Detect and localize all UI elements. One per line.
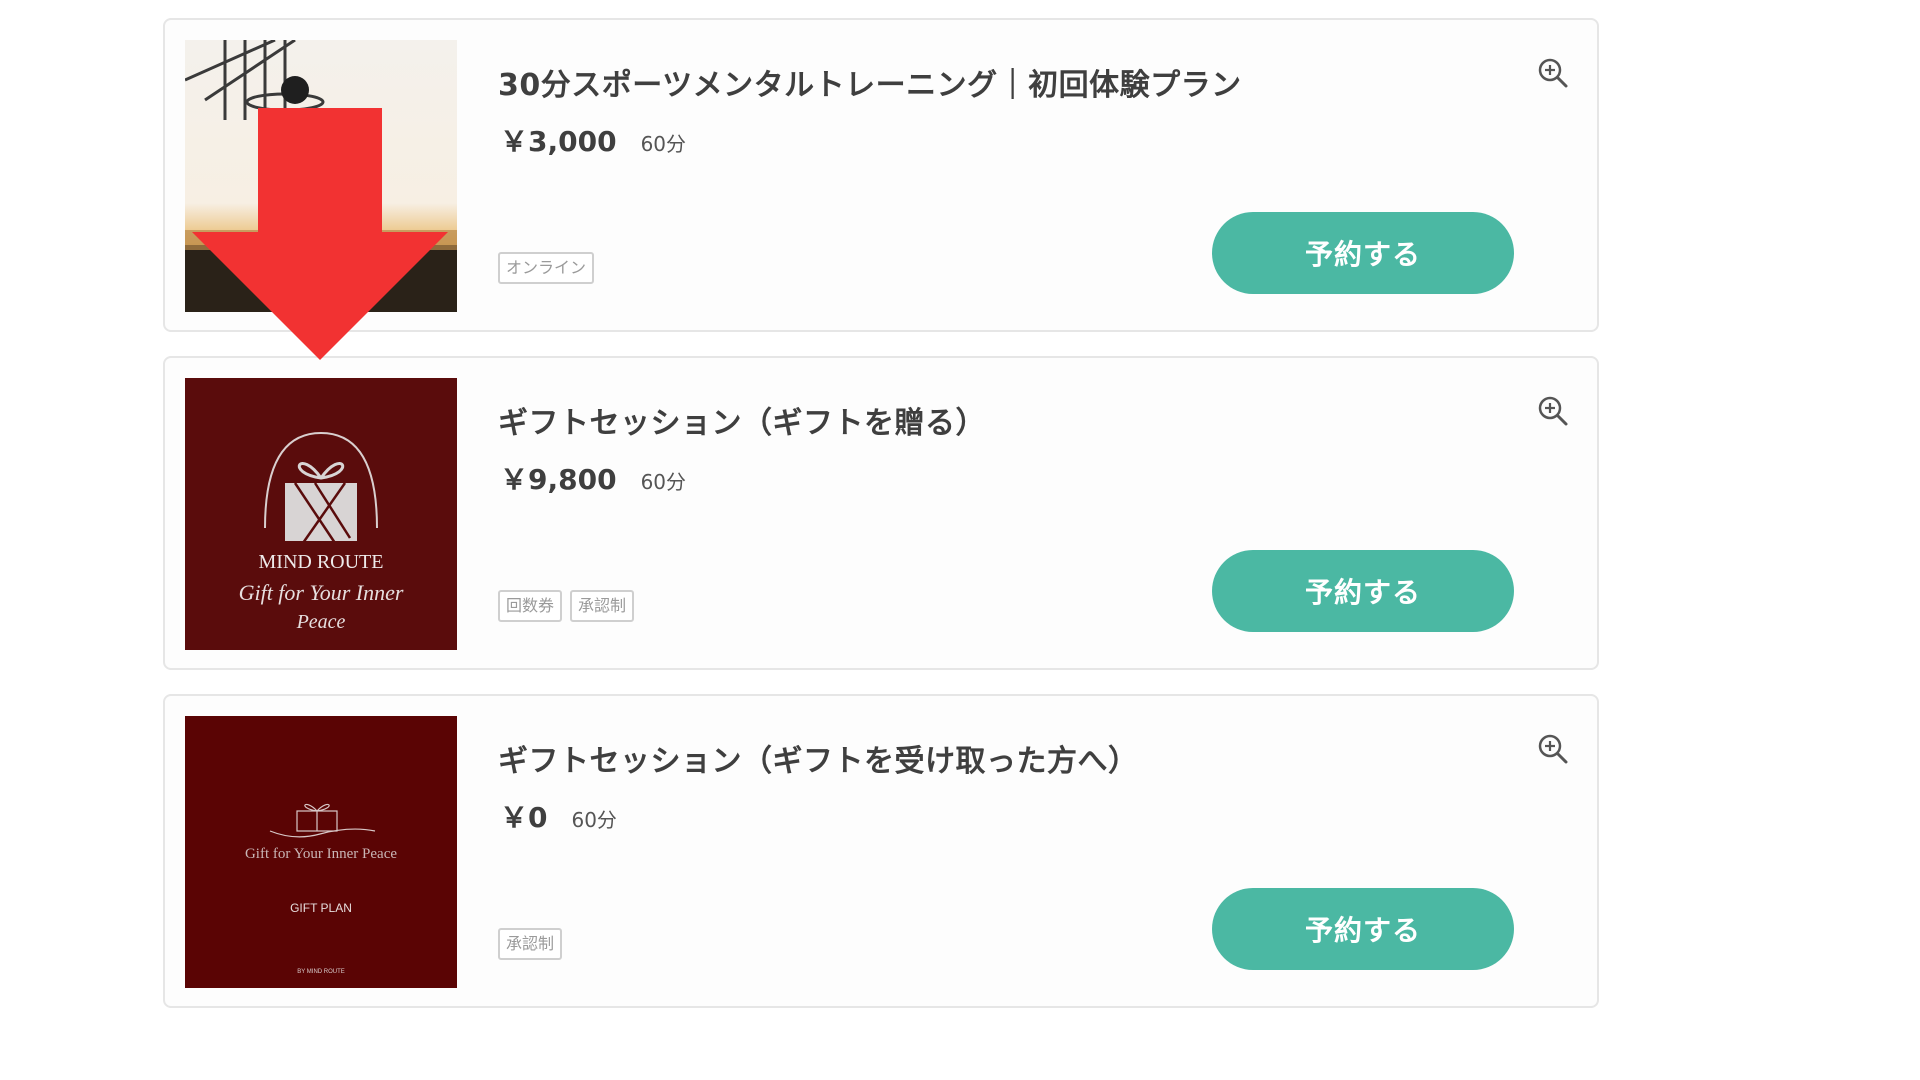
plan-tags: 回数券 承認制 xyxy=(498,590,635,622)
plan-tags: 承認制 xyxy=(498,928,563,960)
plan-thumbnail-basketball xyxy=(185,40,457,312)
reserve-button[interactable]: 予約する xyxy=(1212,550,1514,632)
logo-script-text: Gift for Your Inner xyxy=(239,580,404,605)
plan-card[interactable]: MIND ROUTE Gift for Your Inner Peace ギフト… xyxy=(163,356,1599,670)
tag-ticket: 回数券 xyxy=(498,590,563,622)
price-row: ￥0 60分 xyxy=(500,796,617,836)
plan-card[interactable]: Gift for Your Inner Peace GIFT PLAN BY M… xyxy=(163,694,1599,1008)
price-row: ￥9,800 60分 xyxy=(500,458,686,498)
zoom-in-icon[interactable] xyxy=(1536,394,1570,428)
plan-price: ￥0 xyxy=(500,801,548,834)
logo-footer-text: BY MIND ROUTE xyxy=(297,969,345,975)
logo-tagline-text: Gift for Your Inner Peace xyxy=(245,846,397,862)
plan-thumbnail-mind-route: MIND ROUTE Gift for Your Inner Peace xyxy=(185,378,457,650)
plan-tags: オンライン xyxy=(498,252,595,284)
plan-list: 30分スポーツメンタルトレーニング｜初回体験プラン ￥3,000 60分 オンラ… xyxy=(0,0,1920,1080)
logo-brand-text: MIND ROUTE xyxy=(259,551,384,573)
plan-title: 30分スポーツメンタルトレーニング｜初回体験プラン xyxy=(498,68,1242,103)
plan-duration: 60分 xyxy=(571,808,617,832)
plan-duration: 60分 xyxy=(640,470,687,494)
plan-duration: 60分 xyxy=(640,132,687,156)
tag-approval: 承認制 xyxy=(570,590,635,622)
price-row: ￥3,000 60分 xyxy=(500,120,686,160)
zoom-in-icon[interactable] xyxy=(1536,732,1570,766)
reserve-button[interactable]: 予約する xyxy=(1212,212,1514,294)
plan-thumbnail-gift-plan: Gift for Your Inner Peace GIFT PLAN BY M… xyxy=(185,716,457,988)
plan-title: ギフトセッション（ギフトを贈る） xyxy=(498,406,986,441)
tag-approval: 承認制 xyxy=(498,928,563,960)
plan-card[interactable]: 30分スポーツメンタルトレーニング｜初回体験プラン ￥3,000 60分 オンラ… xyxy=(163,18,1599,332)
logo-script-text: Peace xyxy=(296,611,346,633)
tag-online: オンライン xyxy=(498,252,595,284)
reserve-button[interactable]: 予約する xyxy=(1212,888,1514,970)
plan-title: ギフトセッション（ギフトを受け取った方へ） xyxy=(498,744,1139,779)
zoom-in-icon[interactable] xyxy=(1536,56,1570,90)
logo-label-text: GIFT PLAN xyxy=(290,901,352,915)
plan-price: ￥3,000 xyxy=(500,125,617,158)
plan-price: ￥9,800 xyxy=(500,463,617,496)
